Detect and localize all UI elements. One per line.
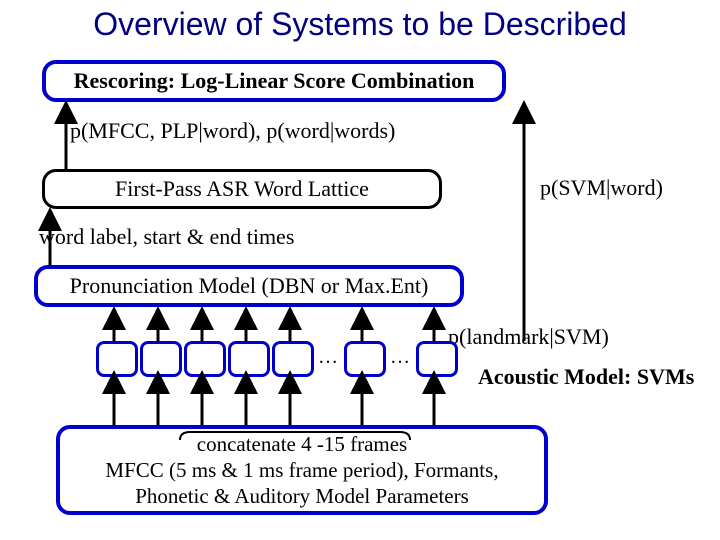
ellipsis-1: … <box>318 346 338 369</box>
pronmodel-text: Pronunciation Model (DBN or Max.Ent) <box>70 273 429 299</box>
ellipsis-2: … <box>390 346 410 369</box>
page-title: Overview of Systems to be Described <box>0 0 720 43</box>
svm-node-6 <box>344 341 386 377</box>
features-line-2: MFCC (5 ms & 1 ms frame period), Formant… <box>105 457 498 483</box>
acoustic-model-label: Acoustic Model: SVMs <box>478 364 694 390</box>
pronmodel-box: Pronunciation Model (DBN or Max.Ent) <box>34 265 464 307</box>
firstpass-box: First-Pass ASR Word Lattice <box>42 169 442 209</box>
firstpass-text: First-Pass ASR Word Lattice <box>115 176 369 202</box>
svm-node-4 <box>228 341 270 377</box>
features-box: concatenate 4 -15 frames MFCC (5 ms & 1 … <box>56 425 548 515</box>
svm-node-5 <box>272 341 314 377</box>
p-svm-word-label: p(SVM|word) <box>540 175 663 201</box>
word-label-text: word label, start & end times <box>39 224 294 250</box>
features-line-1: concatenate 4 -15 frames <box>197 431 407 457</box>
p-mfcc-label: p(MFCC, PLP|word), p(word|words) <box>70 118 395 144</box>
p-landmark-label: p(landmark|SVM) <box>448 324 609 350</box>
svm-node-1 <box>96 341 138 377</box>
rescoring-box: Rescoring: Log-Linear Score Combination <box>42 60 506 102</box>
svm-node-7 <box>416 341 458 377</box>
features-line-3: Phonetic & Auditory Model Parameters <box>135 483 469 509</box>
svm-node-3 <box>184 341 226 377</box>
svm-node-2 <box>140 341 182 377</box>
rescoring-text: Rescoring: Log-Linear Score Combination <box>74 68 475 94</box>
